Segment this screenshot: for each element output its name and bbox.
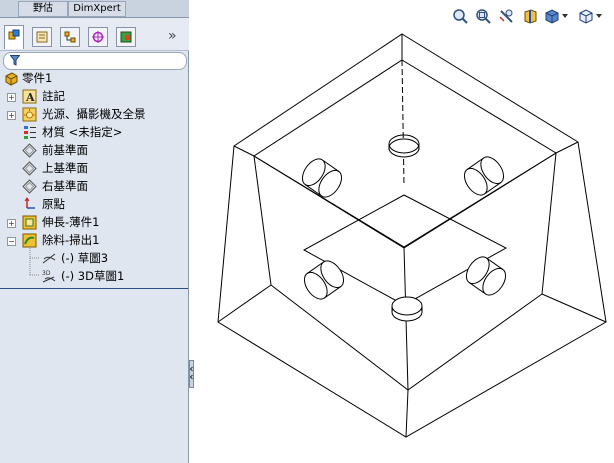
configuration-manager-tab[interactable] bbox=[60, 27, 80, 47]
material-icon bbox=[24, 126, 36, 139]
extrude-icon bbox=[22, 215, 37, 230]
tree-item-label: 原點 bbox=[42, 197, 65, 211]
cavity-edge bbox=[253, 155, 272, 286]
plane-icon bbox=[22, 143, 37, 158]
tree-item-lights-cameras[interactable]: + 光源、攝影機及全景 bbox=[0, 106, 188, 123]
cavity-edge bbox=[403, 152, 557, 249]
tree-item-label: 上基準面 bbox=[42, 161, 88, 175]
tree-item-label: 光源、攝影機及全景 bbox=[42, 107, 146, 121]
splitter-grip-icon bbox=[190, 366, 193, 380]
property-manager-icon bbox=[36, 31, 48, 43]
tree-child-sketch3[interactable]: (-) 草圖3 bbox=[0, 250, 188, 267]
graphics-area[interactable] bbox=[194, 0, 614, 463]
tab-evaluate[interactable]: 野估 bbox=[18, 1, 68, 17]
tree-item-origin[interactable]: 原點 bbox=[0, 196, 188, 213]
tree-item-thin-extrude[interactable]: + 伸長-薄件1 bbox=[0, 214, 188, 231]
tree-item-right-plane[interactable]: 右基準面 bbox=[0, 178, 188, 195]
rim-edge bbox=[555, 141, 579, 154]
tree-filter-input[interactable] bbox=[3, 52, 187, 70]
origin-icon bbox=[24, 197, 35, 209]
tree-item-label: (-) 3D草圖1 bbox=[61, 269, 125, 283]
feature-manager-panel: 野估 DimXpert » 零件1 + A 註記 + 光源、攝影機及全景 材質 … bbox=[0, 0, 189, 463]
dimxpert-manager-tab[interactable] bbox=[88, 27, 108, 47]
display-manager-tab[interactable] bbox=[116, 27, 136, 47]
tree-item-label: (-) 草圖3 bbox=[61, 251, 109, 265]
feature-manager-tab[interactable] bbox=[4, 25, 24, 49]
dimxpert-manager-icon bbox=[92, 31, 104, 43]
more-tabs-chevron-icon[interactable]: » bbox=[168, 28, 177, 44]
configuration-manager-icon bbox=[64, 31, 76, 43]
tree-item-material[interactable]: 材質 <未指定> bbox=[0, 124, 188, 141]
hole-right-upper bbox=[463, 156, 505, 196]
svg-text:3D: 3D bbox=[42, 270, 51, 277]
rim-edge bbox=[405, 389, 409, 438]
expand-toggle[interactable]: + bbox=[7, 93, 16, 102]
annotation-icon: A bbox=[22, 89, 37, 104]
tree-rollback-bar[interactable] bbox=[0, 288, 188, 289]
hole-left-lower bbox=[303, 260, 345, 300]
tree-item-front-plane[interactable]: 前基準面 bbox=[0, 142, 188, 159]
part-icon bbox=[5, 72, 18, 86]
lights-icon bbox=[22, 107, 37, 122]
tree-item-label: 右基準面 bbox=[42, 179, 88, 193]
panel-tab-bar: » bbox=[0, 18, 189, 51]
display-manager-icon bbox=[120, 31, 132, 43]
sweep-cut-icon bbox=[22, 233, 37, 248]
rim-edge bbox=[233, 145, 255, 157]
hole-bottom bbox=[391, 296, 423, 322]
tree-item-top-plane[interactable]: 上基準面 bbox=[0, 160, 188, 177]
property-manager-tab[interactable] bbox=[32, 27, 52, 47]
cavity-edge bbox=[541, 152, 557, 295]
top-tab-bar: 野估 DimXpert bbox=[0, 0, 189, 18]
tree-item-label: 材質 <未指定> bbox=[42, 125, 123, 139]
expand-toggle[interactable]: + bbox=[7, 219, 16, 228]
rim-edge bbox=[541, 293, 607, 323]
tree-item-label: 除料-掃出1 bbox=[42, 233, 100, 247]
feature-manager-icon bbox=[8, 29, 20, 40]
tree-root-part[interactable]: 零件1 bbox=[0, 70, 188, 87]
tree-child-3dsketch1[interactable]: 3D (-) 3D草圖1 bbox=[0, 268, 188, 285]
tree-item-swept-cut[interactable]: − 除料-掃出1 bbox=[0, 232, 188, 249]
plane-icon bbox=[22, 161, 37, 176]
tree-item-label: 前基準面 bbox=[42, 143, 88, 157]
svg-text:A: A bbox=[25, 91, 35, 104]
expand-toggle[interactable]: + bbox=[7, 111, 16, 120]
tree-item-label: 伸長-薄件1 bbox=[42, 215, 100, 229]
part-wireframe-model bbox=[217, 33, 607, 438]
collapse-toggle[interactable]: − bbox=[7, 237, 16, 246]
hidden-edge bbox=[401, 59, 405, 186]
filter-icon bbox=[10, 55, 20, 66]
tree-item-annotations[interactable]: + A 註記 bbox=[0, 88, 188, 105]
tree-root-label: 零件1 bbox=[22, 71, 53, 85]
rim-edge bbox=[217, 284, 272, 323]
hole-left-upper bbox=[301, 158, 343, 198]
plane-icon bbox=[22, 179, 37, 194]
sketch-icon bbox=[42, 253, 56, 264]
tab-dimxpert[interactable]: DimXpert bbox=[68, 1, 126, 17]
tree-item-label: 註記 bbox=[42, 89, 65, 103]
hole-top bbox=[388, 134, 420, 158]
cavity-edge bbox=[253, 155, 405, 249]
hole-right-lower bbox=[465, 256, 507, 296]
3d-sketch-icon: 3D bbox=[42, 270, 56, 283]
